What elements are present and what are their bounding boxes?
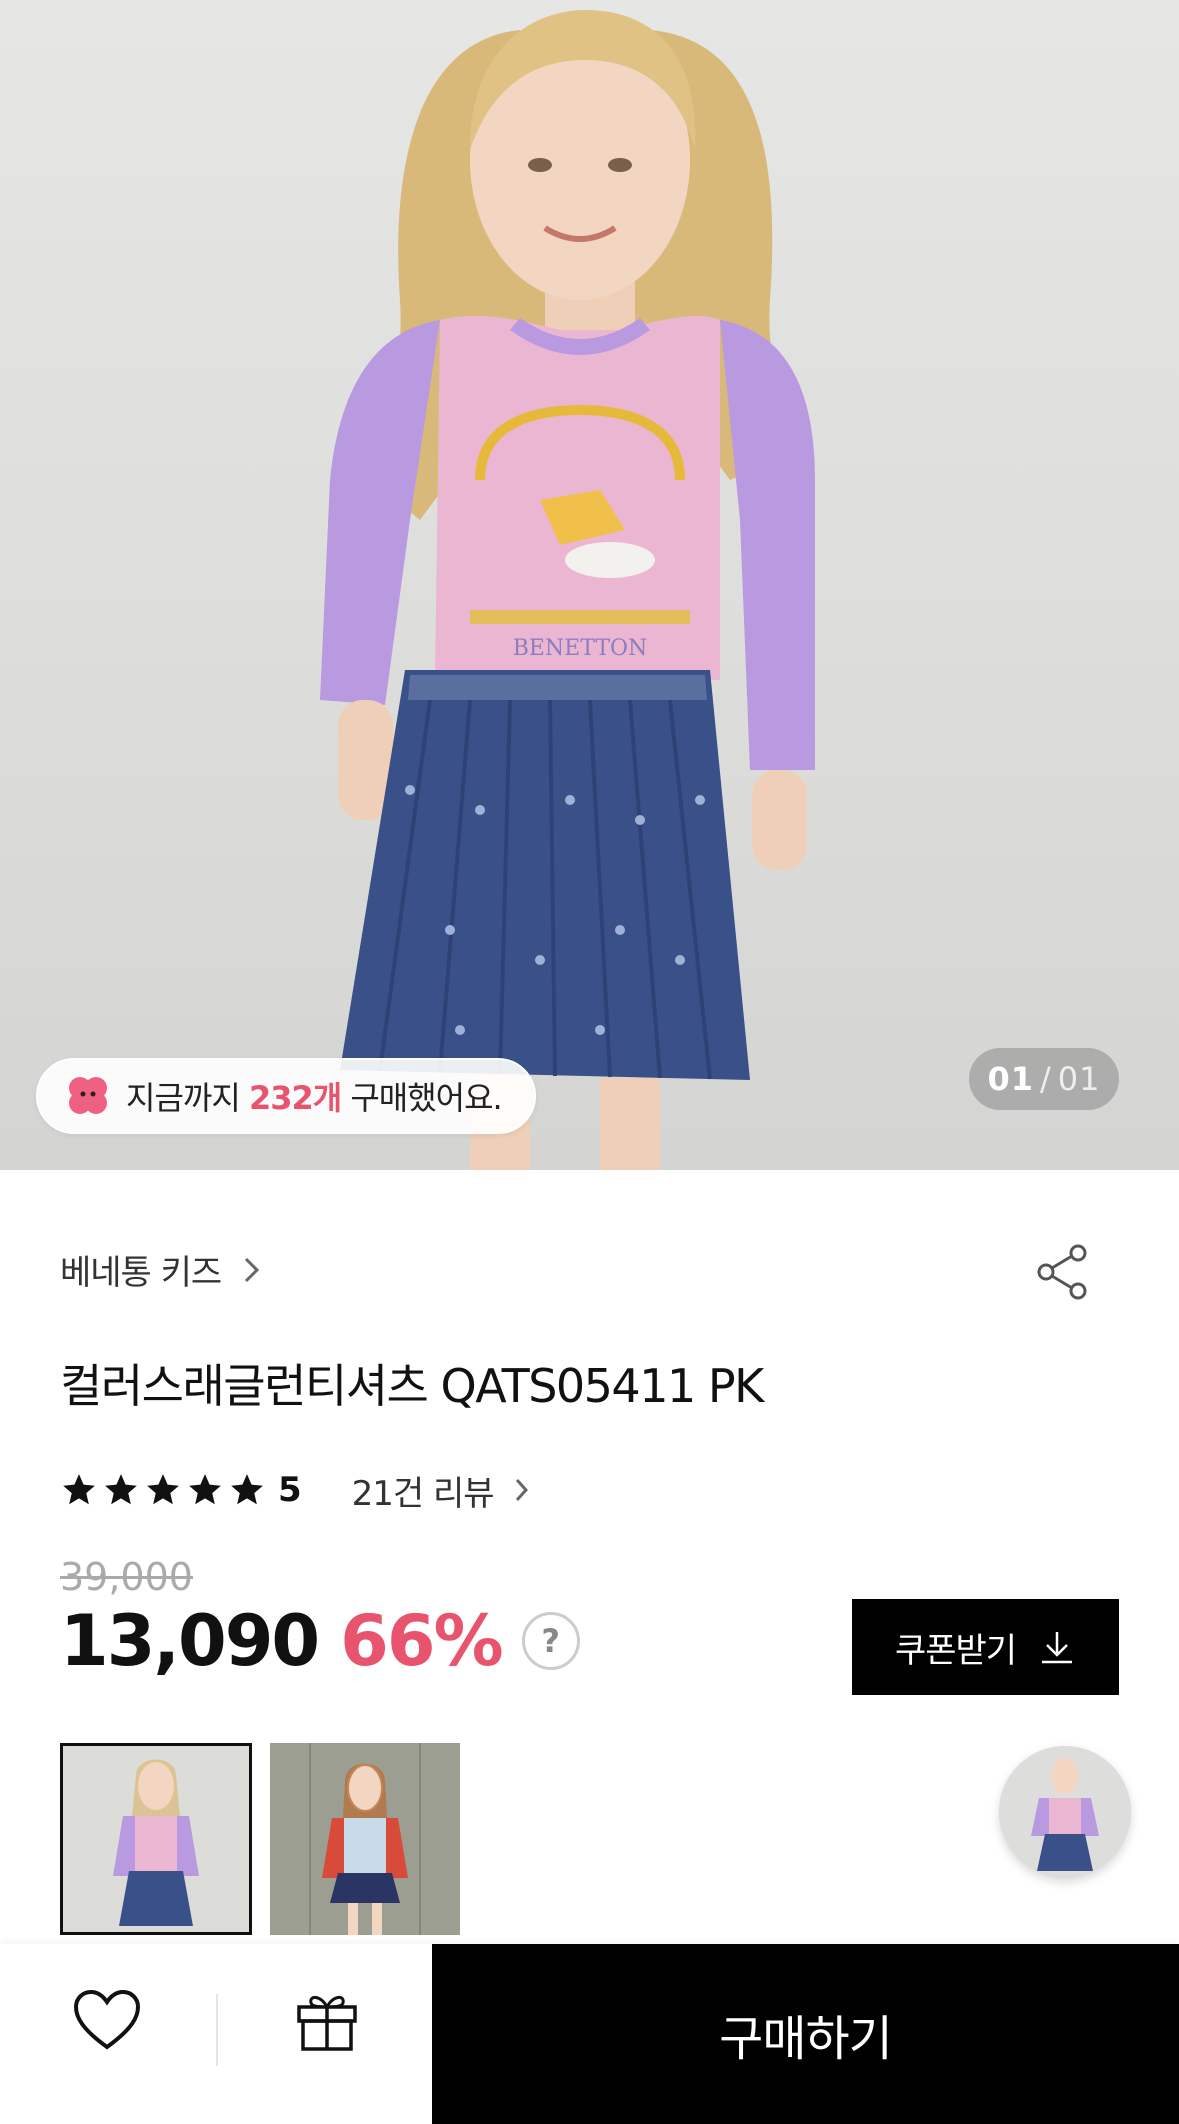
rating-value: 5 (278, 1470, 302, 1510)
price-help-button[interactable]: ? (521, 1612, 580, 1670)
flower-icon (69, 1077, 107, 1114)
chevron-right-icon (245, 1257, 260, 1282)
brand-name: 베네통 키즈 (60, 1253, 222, 1293)
purchase-count: 232개 (248, 1079, 342, 1117)
buy-button[interactable]: 구매하기 (432, 1944, 1179, 2124)
gift-icon (297, 1996, 357, 2051)
chevron-right-icon (515, 1478, 528, 1502)
floating-product-thumbnail[interactable] (999, 1746, 1131, 1878)
bar-divider (216, 1994, 218, 2066)
shirt-print-text: BENETTON (513, 636, 648, 661)
floating-thumbnail-image (999, 1746, 1131, 1878)
purchase-count-badge: 지금까지 232개 구매했어요. (36, 1058, 536, 1134)
wishlist-button[interactable] (70, 1984, 144, 2058)
image-counter: 01 / 01 (969, 1048, 1119, 1110)
star-icon (105, 1474, 137, 1505)
star-icon (147, 1474, 179, 1505)
product-hero-image[interactable]: BENETTON 지금까지 232개 구매했어요. 01 / 01 (0, 0, 1179, 1170)
discount-rate: 66% (340, 1600, 504, 1682)
counter-separator: / (1040, 1060, 1052, 1098)
share-icon[interactable] (1034, 1243, 1092, 1301)
brand-link[interactable]: 베네통 키즈 (60, 1245, 261, 1294)
rating-row: 5 21건 리뷰 (60, 1465, 530, 1515)
rating-stars (60, 1471, 270, 1509)
gift-button[interactable] (290, 1984, 364, 2058)
product-photo: BENETTON (320, 10, 815, 1170)
product-title: 컬러스래글런티셔츠 QATS05411 PK (60, 1359, 764, 1413)
counter-total: 01 (1057, 1060, 1101, 1098)
heart-icon (73, 1989, 141, 2050)
sale-price: 13,090 (60, 1600, 320, 1682)
star-icon (231, 1474, 263, 1505)
thumbnail-image (270, 1743, 460, 1935)
star-icon (189, 1474, 221, 1505)
counter-current: 01 (987, 1060, 1035, 1098)
purchase-prefix: 지금까지 (126, 1079, 241, 1117)
coupon-button[interactable]: 쿠폰받기 (852, 1599, 1119, 1695)
thumbnail-list (60, 1743, 478, 1935)
bottom-action-bar: 구매하기 (0, 1944, 1179, 2124)
purchase-suffix: 구매했어요. (350, 1079, 502, 1117)
thumbnail-2[interactable] (270, 1743, 460, 1935)
star-icon (63, 1474, 95, 1505)
coupon-label: 쿠폰받기 (894, 1630, 1017, 1671)
original-price: 39,000 (60, 1555, 193, 1599)
price-row: 13,090 66% ? (60, 1600, 580, 1682)
download-icon (1042, 1632, 1073, 1664)
thumbnail-1[interactable] (60, 1743, 252, 1935)
thumbnail-image (113, 1759, 199, 1926)
review-count-link[interactable]: 21건 리뷰 (352, 1466, 495, 1515)
